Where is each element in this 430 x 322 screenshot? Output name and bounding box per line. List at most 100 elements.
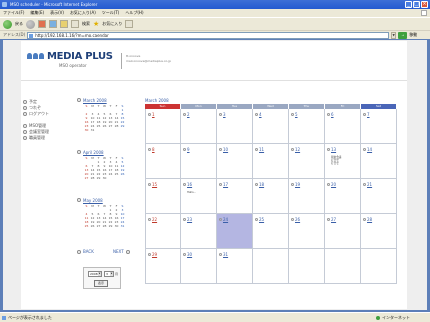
day-number[interactable]: 20 xyxy=(331,182,336,187)
menu-view[interactable]: 表示(V) xyxy=(50,10,64,16)
history-icon[interactable] xyxy=(125,20,134,28)
day-cell[interactable]: 5 xyxy=(289,109,325,144)
add-event-icon[interactable] xyxy=(255,183,258,186)
mini-day[interactable]: 30 xyxy=(102,176,107,180)
day-cell[interactable]: 6 xyxy=(325,109,361,144)
month-select[interactable]: 3 ▼ xyxy=(104,271,114,277)
day-link[interactable]: 31 xyxy=(219,252,228,257)
day-number[interactable]: 16 xyxy=(187,182,192,187)
add-event-icon[interactable] xyxy=(148,113,151,116)
day-number[interactable]: 14 xyxy=(367,147,372,152)
day-cell[interactable]: 20 xyxy=(325,179,361,214)
menu-edit[interactable]: 編集(E) xyxy=(30,10,44,16)
day-number[interactable]: 15 xyxy=(152,182,157,187)
mini-day[interactable]: 28 xyxy=(102,224,107,228)
day-cell[interactable]: 28 xyxy=(361,214,397,249)
day-link[interactable]: 25 xyxy=(255,217,264,222)
day-cell[interactable]: 9 xyxy=(181,144,217,179)
add-event-icon[interactable] xyxy=(183,183,186,186)
back-link[interactable]: BACK xyxy=(77,249,94,254)
day-number[interactable]: 3 xyxy=(223,112,226,117)
day-link[interactable]: 13 xyxy=(327,147,336,152)
stop-icon[interactable] xyxy=(38,20,46,28)
add-event-icon[interactable] xyxy=(219,218,222,221)
day-link[interactable]: 30 xyxy=(183,252,192,257)
day-cell[interactable]: 12 xyxy=(289,144,325,179)
mini-day[interactable]: 25 xyxy=(84,224,89,228)
back-icon[interactable] xyxy=(3,19,12,29)
day-cell[interactable]: 19 xyxy=(289,179,325,214)
maximize-button[interactable]: □ xyxy=(413,1,420,8)
add-event-icon[interactable] xyxy=(291,148,294,151)
day-number[interactable]: 11 xyxy=(259,147,264,152)
day-link[interactable]: 8 xyxy=(148,147,155,152)
add-event-icon[interactable] xyxy=(219,253,222,256)
mini-calendar-title-text[interactable]: April 2008 xyxy=(83,150,104,155)
day-cell[interactable]: 4 xyxy=(253,109,289,144)
day-number[interactable]: 17 xyxy=(223,182,228,187)
day-link[interactable]: 3 xyxy=(219,112,226,117)
next-link-label[interactable]: NEXT xyxy=(113,249,124,254)
go-button[interactable]: 移動 xyxy=(409,32,417,38)
add-event-icon[interactable] xyxy=(255,113,258,116)
day-cell[interactable]: 29 xyxy=(145,249,181,284)
mini-day[interactable]: 31 xyxy=(90,128,95,132)
day-link[interactable]: 29 xyxy=(148,252,157,257)
add-event-icon[interactable] xyxy=(327,148,330,151)
day-number[interactable]: 12 xyxy=(295,147,300,152)
day-number[interactable]: 29 xyxy=(152,252,157,257)
search-icon[interactable] xyxy=(71,20,79,28)
add-event-icon[interactable] xyxy=(148,218,151,221)
day-link[interactable]: 22 xyxy=(148,217,157,222)
day-cell[interactable]: 14 xyxy=(361,144,397,179)
add-event-icon[interactable] xyxy=(363,183,366,186)
add-event-icon[interactable] xyxy=(148,253,151,256)
add-event-icon[interactable] xyxy=(219,183,222,186)
day-link[interactable]: 1 xyxy=(148,112,155,117)
day-number[interactable]: 25 xyxy=(259,217,264,222)
add-event-icon[interactable] xyxy=(255,218,258,221)
day-cell[interactable]: 26 xyxy=(289,214,325,249)
day-cell[interactable]: 27 xyxy=(325,214,361,249)
menu-file[interactable]: ファイル(F) xyxy=(3,10,24,16)
day-cell[interactable]: 25 xyxy=(253,214,289,249)
add-event-icon[interactable] xyxy=(327,183,330,186)
day-link[interactable]: 18 xyxy=(255,182,264,187)
day-number[interactable]: 30 xyxy=(187,252,192,257)
day-cell[interactable]: 11 xyxy=(253,144,289,179)
back-link-label[interactable]: BACK xyxy=(83,249,94,254)
add-event-icon[interactable] xyxy=(363,148,366,151)
add-event-icon[interactable] xyxy=(327,113,330,116)
add-event-icon[interactable] xyxy=(291,218,294,221)
day-number[interactable]: 10 xyxy=(223,147,228,152)
day-cell[interactable]: 30 xyxy=(181,249,217,284)
day-link[interactable]: 15 xyxy=(148,182,157,187)
day-link[interactable]: 14 xyxy=(363,147,372,152)
day-link[interactable]: 11 xyxy=(255,147,264,152)
day-cell[interactable]: 15 xyxy=(145,179,181,214)
day-link[interactable]: 27 xyxy=(327,217,336,222)
day-cell[interactable]: 16 Hallo... xyxy=(181,179,217,214)
day-number[interactable]: 28 xyxy=(367,217,372,222)
day-number[interactable]: 7 xyxy=(367,112,370,117)
add-event-icon[interactable] xyxy=(291,183,294,186)
mini-calendar-title[interactable]: March 2008 xyxy=(77,97,125,103)
event-entry[interactable]: Hallo... xyxy=(187,191,196,194)
mini-day[interactable]: 30 xyxy=(84,128,89,132)
year-select[interactable]: 2008 ▼ xyxy=(88,271,102,277)
mini-calendar-title-text[interactable]: May 2008 xyxy=(83,198,103,203)
day-cell[interactable]: 23 xyxy=(181,214,217,249)
menu-favorites[interactable]: お気に入り(A) xyxy=(70,10,96,16)
day-link[interactable]: 4 xyxy=(255,112,262,117)
add-event-icon[interactable] xyxy=(148,148,151,151)
day-cell[interactable]: 22 xyxy=(145,214,181,249)
day-number[interactable]: 23 xyxy=(187,217,192,222)
add-event-icon[interactable] xyxy=(219,148,222,151)
day-cell[interactable]: 21 xyxy=(361,179,397,214)
day-link[interactable]: 23 xyxy=(183,217,192,222)
mini-calendar-title[interactable]: May 2008 xyxy=(77,197,125,203)
day-number[interactable]: 13 xyxy=(331,147,336,152)
add-event-icon[interactable] xyxy=(363,113,366,116)
day-number[interactable]: 31 xyxy=(223,252,228,257)
day-link[interactable]: 5 xyxy=(291,112,298,117)
